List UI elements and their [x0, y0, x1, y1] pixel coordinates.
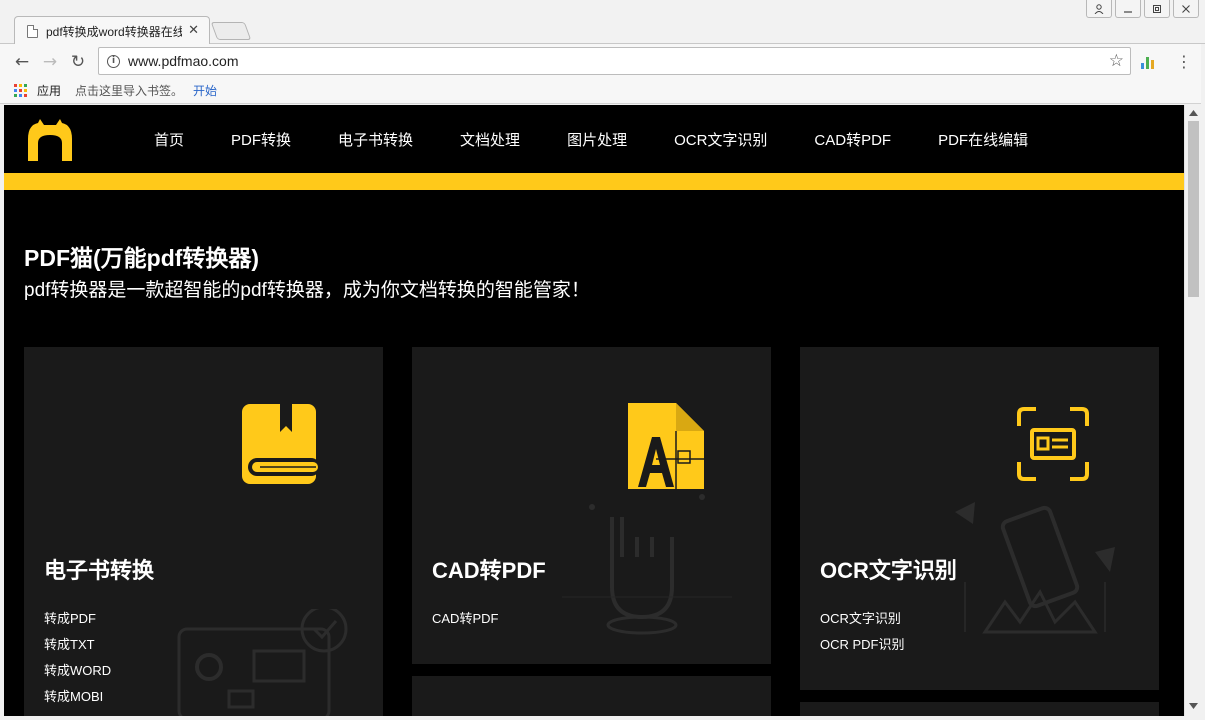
forward-icon[interactable]: → — [40, 52, 60, 72]
card-title[interactable]: OCR文字识别 — [820, 553, 957, 585]
page-icon — [27, 24, 38, 38]
card-title[interactable]: 电子书转换 — [44, 553, 154, 585]
link-to-pdf[interactable]: 转成PDF — [44, 608, 96, 627]
nav-home[interactable]: 首页 — [154, 129, 184, 150]
nav-ocr[interactable]: OCR文字识别 — [674, 129, 767, 150]
link-to-word[interactable]: 转成WORD — [44, 660, 111, 679]
nav-pdf-convert[interactable]: PDF转换 — [231, 129, 291, 150]
nav-pdf-edit[interactable]: PDF在线编辑 — [938, 129, 1028, 150]
bookmark-star-icon[interactable]: ☆ — [1109, 51, 1124, 71]
scroll-thumb[interactable] — [1188, 121, 1199, 297]
pdfmao-cat-logo[interactable] — [24, 119, 76, 161]
extension-icon[interactable] — [1141, 53, 1157, 69]
phone-scan-illustration — [955, 502, 1115, 634]
url-text[interactable]: www.pdfmao.com — [128, 53, 238, 69]
page-scrollbar[interactable] — [1184, 105, 1201, 716]
scroll-down-icon[interactable] — [1189, 703, 1198, 709]
nav-cad-to-pdf[interactable]: CAD转PDF — [814, 129, 891, 150]
site-header: 首页 PDF转换 电子书转换 文档处理 图片处理 OCR文字识别 CAD转PDF… — [4, 105, 1184, 173]
ebook-illustration — [177, 609, 348, 716]
cad-file-icon — [628, 403, 704, 489]
minimize-icon[interactable] — [1115, 0, 1141, 18]
profile-icon[interactable] — [1086, 0, 1112, 18]
hero-title: PDF猫(万能pdf转换器) — [24, 245, 260, 271]
link-cad-to-pdf[interactable]: CAD转PDF — [432, 608, 498, 627]
apps-grid-icon[interactable] — [14, 84, 27, 97]
card-ebook-convert[interactable]: 电子书转换 转成PDF 转成TXT 转成WORD 转成MOBI — [24, 347, 383, 716]
hand-gesture-illustration — [562, 494, 732, 635]
address-bar[interactable]: i www.pdfmao.com ☆ — [98, 47, 1131, 75]
book-icon — [242, 404, 320, 484]
window-controls — [1086, 0, 1199, 18]
window-border-bottom — [0, 716, 1205, 720]
window-border-left — [0, 105, 4, 720]
page-viewport: 首页 PDF转换 电子书转换 文档处理 图片处理 OCR文字识别 CAD转PDF… — [4, 105, 1184, 716]
card-cad-to-pdf[interactable]: CAD转PDF CAD转PDF — [412, 347, 771, 664]
main-nav: 首页 PDF转换 电子书转换 文档处理 图片处理 OCR文字识别 CAD转PDF… — [154, 105, 1075, 173]
bookmark-apps[interactable]: 应用 — [37, 82, 61, 99]
browser-titlebar: pdf转换成word转换器在线 ✕ — [0, 0, 1205, 45]
window-border-right — [1201, 44, 1205, 720]
browser-toolbar: ← → ↻ i www.pdfmao.com ☆ ⋮ — [0, 44, 1205, 78]
nav-doc-process[interactable]: 文档处理 — [460, 129, 520, 150]
scroll-up-icon[interactable] — [1189, 110, 1198, 116]
browser-tab[interactable]: pdf转换成word转换器在线 ✕ — [14, 16, 210, 45]
browser-menu-icon[interactable]: ⋮ — [1176, 52, 1192, 71]
link-to-mobi[interactable]: 转成MOBI — [44, 686, 103, 705]
site-info-icon[interactable]: i — [107, 54, 120, 68]
card-title[interactable]: CAD转PDF — [432, 553, 546, 585]
reload-icon[interactable]: ↻ — [68, 52, 88, 72]
link-ocr-text[interactable]: OCR文字识别 — [820, 608, 901, 627]
back-icon[interactable]: ← — [12, 52, 32, 72]
close-window-icon[interactable] — [1173, 0, 1199, 18]
bookmarks-bar: 应用 点击这里导入书签。 开始 — [0, 78, 1205, 104]
nav-ebook-convert[interactable]: 电子书转换 — [338, 129, 413, 150]
accent-bar — [4, 173, 1184, 190]
hero-subtitle: pdf转换器是一款超智能的pdf转换器，成为你文档转换的智能管家！ — [24, 280, 590, 301]
link-ocr-pdf[interactable]: OCR PDF识别 — [820, 634, 905, 653]
tab-title: pdf转换成word转换器在线 — [46, 24, 182, 39]
card-next-row[interactable] — [800, 702, 1159, 716]
new-tab-button[interactable] — [210, 22, 252, 40]
bookmark-import-hint: 点击这里导入书签。 — [75, 84, 184, 98]
bookmark-start-link[interactable]: 开始 — [193, 82, 217, 99]
link-to-txt[interactable]: 转成TXT — [44, 634, 95, 653]
card-next-row[interactable] — [412, 676, 771, 716]
card-ocr[interactable]: OCR文字识别 OCR文字识别 OCR PDF识别 — [800, 347, 1159, 690]
nav-image-process[interactable]: 图片处理 — [567, 129, 627, 150]
tab-close-icon[interactable]: ✕ — [188, 23, 199, 38]
scan-id-icon — [1017, 407, 1089, 481]
restore-icon[interactable] — [1144, 0, 1170, 18]
